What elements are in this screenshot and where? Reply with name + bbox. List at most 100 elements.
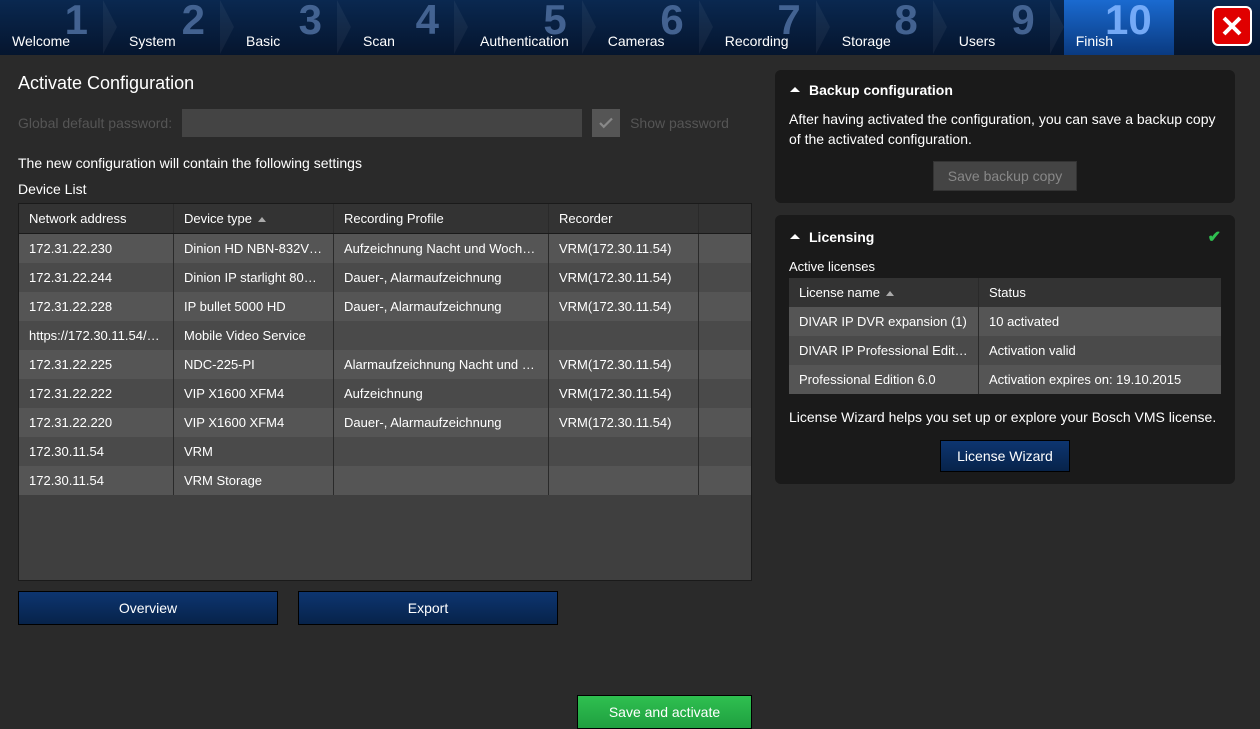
table-cell bbox=[334, 437, 549, 466]
table-cell: 172.31.22.228 bbox=[19, 292, 174, 321]
table-cell: Aufzeichnung Nacht und Wochenende bbox=[334, 234, 549, 263]
tab-label: Storage bbox=[842, 33, 891, 49]
table-cell: VRM(172.30.11.54) bbox=[549, 350, 699, 379]
table-cell: IP bullet 5000 HD bbox=[174, 292, 334, 321]
column-header[interactable]: Recorder bbox=[549, 204, 699, 233]
table-row[interactable]: 172.31.22.244Dinion IP starlight 8000 MP… bbox=[19, 263, 751, 292]
table-cell: 172.30.11.54 bbox=[19, 466, 174, 495]
chevron-up-icon[interactable] bbox=[789, 84, 801, 96]
export-button[interactable]: Export bbox=[298, 591, 558, 625]
table-cell: 172.31.22.225 bbox=[19, 350, 174, 379]
table-cell: Dauer-, Alarmaufzeichnung bbox=[334, 408, 549, 437]
licensing-title: Licensing bbox=[809, 229, 874, 245]
table-row[interactable]: 172.30.11.54VRM Storage bbox=[19, 466, 751, 495]
table-cell bbox=[334, 321, 549, 350]
table-cell: NDC-225-PI bbox=[174, 350, 334, 379]
table-cell: 172.31.22.220 bbox=[19, 408, 174, 437]
table-cell: 172.31.22.222 bbox=[19, 379, 174, 408]
tab-number: 3 bbox=[299, 0, 322, 44]
tab-label: Recording bbox=[725, 33, 789, 49]
table-cell: VRM(172.30.11.54) bbox=[549, 408, 699, 437]
password-label: Global default password: bbox=[18, 115, 172, 131]
backup-text: After having activated the configuration… bbox=[789, 110, 1221, 149]
table-cell: DIVAR IP Professional Edition bbox=[789, 336, 979, 365]
tab-number: 8 bbox=[894, 0, 917, 44]
tab-system[interactable]: 2System bbox=[117, 0, 227, 55]
tab-recording[interactable]: 7Recording bbox=[713, 0, 823, 55]
table-cell bbox=[699, 379, 739, 408]
table-row[interactable]: 172.31.22.222VIP X1600 XFM4AufzeichnungV… bbox=[19, 379, 751, 408]
table-row[interactable]: DIVAR IP Professional EditionActivation … bbox=[789, 336, 1221, 365]
table-row[interactable]: 172.31.22.228IP bullet 5000 HDDauer-, Al… bbox=[19, 292, 751, 321]
table-row[interactable]: DIVAR IP DVR expansion (1)10 activated bbox=[789, 307, 1221, 336]
table-row[interactable]: 172.30.11.54VRM bbox=[19, 437, 751, 466]
table-cell: VRM bbox=[174, 437, 334, 466]
tab-basic[interactable]: 3Basic bbox=[234, 0, 344, 55]
column-header[interactable]: Device type bbox=[174, 204, 334, 233]
tab-label: Authentication bbox=[480, 33, 569, 49]
tab-number: 4 bbox=[416, 0, 439, 44]
table-row[interactable]: 172.31.22.225NDC-225-PIAlarmaufzeichnung… bbox=[19, 350, 751, 379]
save-activate-button[interactable]: Save and activate bbox=[577, 695, 752, 729]
tab-number: 9 bbox=[1011, 0, 1034, 44]
table-cell: VRM(172.30.11.54) bbox=[549, 263, 699, 292]
table-cell bbox=[549, 466, 699, 495]
column-header[interactable]: Recording Profile bbox=[334, 204, 549, 233]
license-table: License nameStatus DIVAR IP DVR expansio… bbox=[789, 278, 1221, 394]
show-password-label[interactable]: Show password bbox=[630, 115, 729, 131]
table-cell bbox=[699, 234, 739, 263]
column-header[interactable]: Status bbox=[979, 278, 1219, 307]
close-button[interactable] bbox=[1212, 6, 1252, 46]
tab-label: Scan bbox=[363, 33, 395, 49]
device-list-title: Device List bbox=[18, 181, 752, 197]
tab-authentication[interactable]: 5Authentication bbox=[468, 0, 589, 55]
column-header[interactable]: License name bbox=[789, 278, 979, 307]
table-row[interactable]: 172.31.22.220VIP X1600 XFM4Dauer-, Alarm… bbox=[19, 408, 751, 437]
tab-label: Finish bbox=[1076, 33, 1113, 49]
table-cell: Dauer-, Alarmaufzeichnung bbox=[334, 292, 549, 321]
tab-finish[interactable]: 10Finish bbox=[1064, 0, 1174, 55]
table-cell: Dauer-, Alarmaufzeichnung bbox=[334, 263, 549, 292]
table-row[interactable]: 172.31.22.230Dinion HD NBN-832VxPAufzeic… bbox=[19, 234, 751, 263]
table-cell: VRM Storage bbox=[174, 466, 334, 495]
table-cell bbox=[699, 408, 739, 437]
device-table: Network addressDevice typeRecording Prof… bbox=[18, 203, 752, 581]
backup-panel: Backup configuration After having activa… bbox=[775, 70, 1235, 203]
column-header[interactable]: Network address bbox=[19, 204, 174, 233]
table-row[interactable]: Professional Edition 6.0Activation expir… bbox=[789, 365, 1221, 394]
page-title: Activate Configuration bbox=[18, 73, 752, 94]
table-cell: VIP X1600 XFM4 bbox=[174, 379, 334, 408]
table-cell: VRM(172.30.11.54) bbox=[549, 292, 699, 321]
table-cell: 10 activated bbox=[979, 307, 1219, 336]
license-help-text: License Wizard helps you set up or explo… bbox=[789, 408, 1221, 428]
tab-cameras[interactable]: 6Cameras bbox=[596, 0, 706, 55]
tab-welcome[interactable]: 1Welcome bbox=[0, 0, 110, 55]
table-cell: VRM(172.30.11.54) bbox=[549, 379, 699, 408]
main-panel: Activate Configuration Global default pa… bbox=[0, 55, 770, 712]
tab-number: 2 bbox=[182, 0, 205, 44]
table-cell bbox=[699, 292, 739, 321]
table-cell: Mobile Video Service bbox=[174, 321, 334, 350]
tab-label: Users bbox=[959, 33, 996, 49]
save-backup-button[interactable]: Save backup copy bbox=[933, 161, 1077, 191]
table-cell bbox=[334, 466, 549, 495]
table-cell: Professional Edition 6.0 bbox=[789, 365, 979, 394]
tab-scan[interactable]: 4 Scan bbox=[351, 0, 461, 55]
table-row[interactable]: https://172.30.11.54/mvsMobile Video Ser… bbox=[19, 321, 751, 350]
password-input[interactable] bbox=[182, 109, 582, 137]
tab-label: Cameras bbox=[608, 33, 665, 49]
column-header[interactable] bbox=[699, 204, 739, 233]
table-cell: VIP X1600 XFM4 bbox=[174, 408, 334, 437]
check-icon: ✔ bbox=[1208, 227, 1221, 247]
info-text: The new configuration will contain the f… bbox=[18, 155, 752, 171]
table-cell: Activation valid bbox=[979, 336, 1219, 365]
tab-users[interactable]: 9 Users bbox=[947, 0, 1057, 55]
chevron-up-icon[interactable] bbox=[789, 231, 801, 243]
table-cell bbox=[549, 437, 699, 466]
table-cell: Dinion HD NBN-832VxP bbox=[174, 234, 334, 263]
table-cell bbox=[699, 350, 739, 379]
tab-storage[interactable]: 8Storage bbox=[830, 0, 940, 55]
license-wizard-button[interactable]: License Wizard bbox=[940, 440, 1070, 472]
password-confirm-icon bbox=[592, 109, 620, 137]
overview-button[interactable]: Overview bbox=[18, 591, 278, 625]
